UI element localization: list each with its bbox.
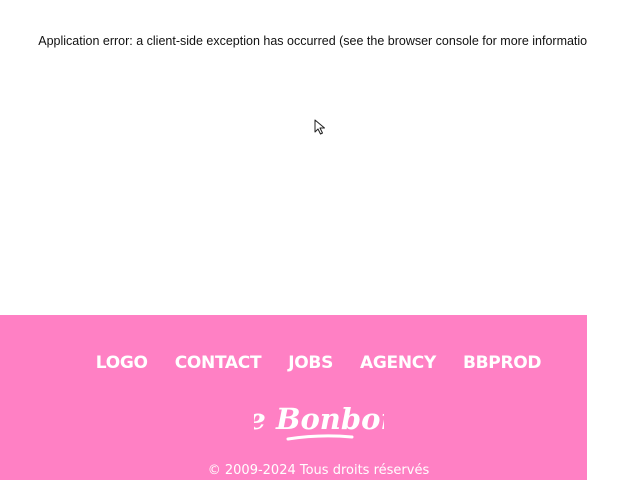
footer-link-logo[interactable]: LOGO xyxy=(96,353,148,373)
mouse-pointer-icon xyxy=(314,119,325,135)
footer-link-bbprod[interactable]: BBPROD xyxy=(463,353,542,373)
le-bonbon-logo-text: le Bonbon xyxy=(254,402,384,436)
application-error-message: Application error: a client-side excepti… xyxy=(38,34,602,48)
footer-link-contact[interactable]: CONTACT xyxy=(175,353,262,373)
footer-nav: LOGO CONTACT JOBS AGENCY BBPROD xyxy=(0,353,637,373)
footer-link-agency[interactable]: AGENCY xyxy=(360,353,436,373)
footer-link-jobs[interactable]: JOBS xyxy=(288,353,333,373)
site-footer: LOGO CONTACT JOBS AGENCY BBPROD le Bonbo… xyxy=(0,315,587,480)
copyright-text: © 2009-2024 Tous droits réservés xyxy=(207,463,430,478)
le-bonbon-logo-mark: le Bonbon xyxy=(254,402,384,441)
le-bonbon-logo[interactable]: le Bonbon xyxy=(0,401,637,445)
page: Application error: a client-side excepti… xyxy=(0,0,640,480)
